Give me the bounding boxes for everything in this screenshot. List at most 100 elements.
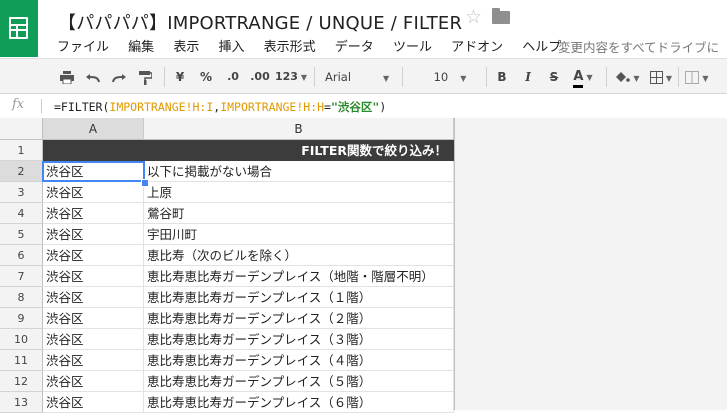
column-header-b[interactable]: B [144,118,454,140]
cell-b[interactable]: 以下に掲載がない場合 [144,161,454,182]
chevron-down-icon: ▼ [665,74,673,83]
menu-bar: ファイル 編集 表示 挿入 表示形式 データ ツール アドオン ヘルプ [57,36,576,55]
merge-cells-icon [685,71,700,84]
row-header[interactable]: 7 [0,266,43,287]
print-button[interactable] [58,66,76,88]
percent-format-button[interactable]: % [198,66,214,88]
table-row: 6 渋谷区 恵比寿（次のビルを除く） [0,245,454,266]
cell-a[interactable]: 渋谷区 [43,287,144,308]
font-size-dropdown[interactable]: 10 ▼ [430,66,470,88]
chevron-down-icon: ▼ [460,74,467,83]
table-row: 7 渋谷区 恵比寿恵比寿ガーデンプレイス（地階・階層不明） [0,266,454,287]
menu-format[interactable]: 表示形式 [264,36,316,55]
table-row: 8 渋谷区 恵比寿恵比寿ガーデンプレイス（１階） [0,287,454,308]
cell-a[interactable]: 渋谷区 [43,182,144,203]
sheets-logo[interactable] [0,0,38,57]
bold-button[interactable]: B [494,66,510,88]
decrease-decimal-button[interactable]: .0 [223,66,243,88]
increase-decimal-button[interactable]: .00 [248,66,272,88]
cell-b[interactable]: 恵比寿恵比寿ガーデンプレイス（４階） [144,350,454,371]
toolbar: ¥ % .0 .00 123 ▼ Arial ▼ 10 ▼ B I S A ▼ ▼ ▼ … [0,58,727,94]
font-family-dropdown[interactable]: Arial ▼ [320,66,401,88]
document-title[interactable]: 【パパパパ】IMPORTRANGE / UNQUE / FILTER [58,9,462,35]
borders-icon [649,71,663,84]
formula-divider [41,99,42,113]
row-header[interactable]: 9 [0,308,43,329]
cell-a[interactable]: 渋谷区 [43,308,144,329]
chevron-down-icon: ▼ [633,74,640,83]
table-row: 12 渋谷区 恵比寿恵比寿ガーデンプレイス（５階） [0,371,454,392]
row-header[interactable]: 12 [0,371,43,392]
cell-a[interactable]: 渋谷区 [43,224,144,245]
menu-view[interactable]: 表示 [173,36,199,55]
strikethrough-button[interactable]: S [546,66,562,88]
row-header[interactable]: 2 [0,161,43,182]
cell-a[interactable]: 渋谷区 [43,203,144,224]
fx-icon: fx [12,97,25,112]
menu-data[interactable]: データ [335,36,374,55]
italic-button[interactable]: I [520,66,536,88]
cell-b[interactable]: 恵比寿恵比寿ガーデンプレイス（５階） [144,371,454,392]
column-header-a[interactable]: A [43,118,144,140]
row-header[interactable]: 11 [0,350,43,371]
formula-input[interactable]: =FILTER(IMPORTRANGE!H:I,IMPORTRANGE!H:H=… [54,99,386,115]
formula-prefix: =FILTER( [54,100,110,114]
chevron-down-icon: ▼ [383,74,390,83]
cell-b[interactable]: 恵比寿恵比寿ガーデンプレイス（３階） [144,329,454,350]
table-row: 9 渋谷区 恵比寿恵比寿ガーデンプレイス（２階） [0,308,454,329]
paint-bucket-icon [616,71,631,82]
redo-icon [112,73,126,82]
fill-color-button[interactable]: ▼ [612,66,642,88]
star-icon[interactable]: ☆ [465,6,482,28]
formula-range-1: IMPORTRANGE!H:I [109,100,214,114]
row-header[interactable]: 1 [0,140,43,161]
print-icon [60,71,74,85]
cell-b[interactable]: 上原 [144,182,454,203]
cell-a[interactable]: 渋谷区 [43,371,144,392]
number-format-dropdown[interactable]: 123 ▼ [274,66,308,88]
redo-button[interactable] [110,66,128,88]
merged-title-cell[interactable]: FILTER関数で絞り込み！ [43,140,454,161]
folder-icon[interactable] [492,8,510,24]
cell-a[interactable]: 渋谷区 [43,245,144,266]
menu-tools[interactable]: ツール [393,36,432,55]
row-header[interactable]: 10 [0,329,43,350]
row-header[interactable]: 3 [0,182,43,203]
cell-b[interactable]: 恵比寿恵比寿ガーデンプレイス（１階） [144,287,454,308]
font-size-value: 10 [433,70,449,84]
menu-insert[interactable]: 挿入 [218,36,244,55]
undo-button[interactable] [84,66,102,88]
table-row: 5 渋谷区 宇田川町 [0,224,454,245]
table-row: 3 渋谷区 上原 [0,182,454,203]
text-color-button[interactable]: A ▼ [568,66,598,88]
cell-a[interactable]: 渋谷区 [43,350,144,371]
merge-cells-button[interactable]: ▼ [684,66,710,88]
cell-b[interactable]: 宇田川町 [144,224,454,245]
formula-bar: fx =FILTER(IMPORTRANGE!H:I,IMPORTRANGE!H… [0,94,727,119]
menu-help[interactable]: ヘルプ [522,36,561,55]
row-header[interactable]: 6 [0,245,43,266]
cell-b[interactable]: 鶯谷町 [144,203,454,224]
paint-format-button[interactable] [136,66,154,88]
number-format-label: 123 [274,70,298,83]
menu-edit[interactable]: 編集 [128,36,154,55]
cell-b[interactable]: 恵比寿恵比寿ガーデンプレイス（２階） [144,308,454,329]
row-header[interactable]: 5 [0,224,43,245]
row-header[interactable]: 8 [0,287,43,308]
undo-icon [86,73,100,82]
borders-button[interactable]: ▼ [648,66,674,88]
currency-format-button[interactable]: ¥ [172,66,188,88]
cell-a[interactable]: 渋谷区 [43,266,144,287]
cell-b[interactable]: 恵比寿（次のビルを除く） [144,245,454,266]
row-header[interactable]: 4 [0,203,43,224]
cell-a[interactable]: 渋谷区 [43,329,144,350]
font-family-value: Arial [325,70,352,84]
menu-file[interactable]: ファイル [57,36,109,55]
fill-handle[interactable] [141,179,149,187]
save-status[interactable]: 変更内容をすべてドライブに [558,37,719,56]
select-all-corner[interactable] [0,118,43,140]
text-color-label: A [573,69,584,88]
cell-b[interactable]: 恵比寿恵比寿ガーデンプレイス（地階・階層不明） [144,266,454,287]
table-row: 1 FILTER関数で絞り込み！ [0,140,454,161]
menu-addons[interactable]: アドオン [451,36,503,55]
